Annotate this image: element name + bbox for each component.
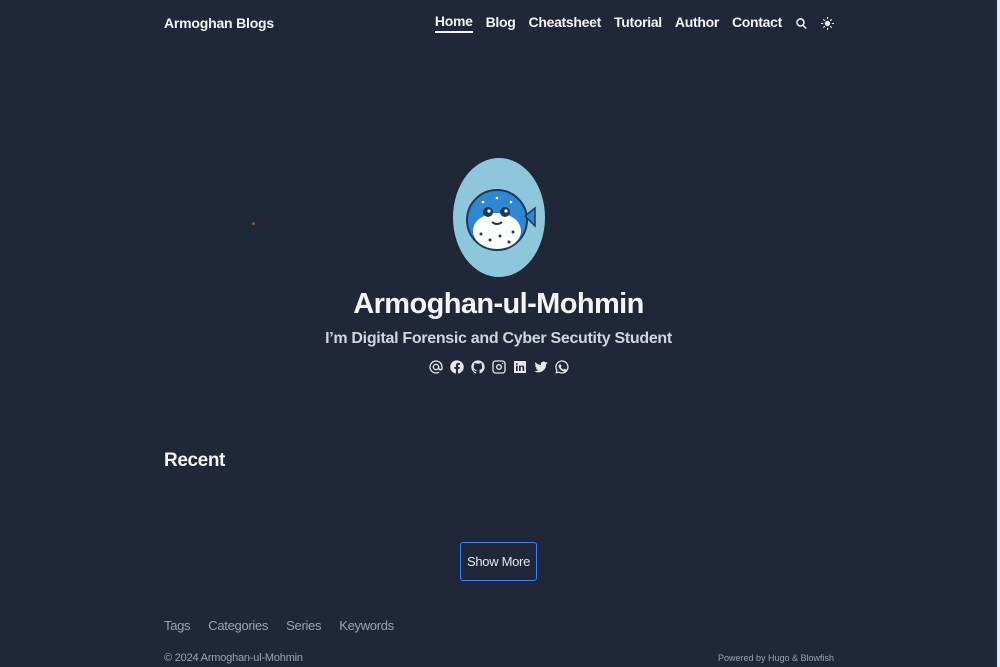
nav-author[interactable]: Author — [675, 14, 719, 32]
author-tagline: I’m Digital Forensic and Cyber Secutity … — [325, 330, 672, 347]
footer-link-keywords[interactable]: Keywords — [339, 618, 394, 633]
footer-nav: Tags Categories Series Keywords — [164, 618, 394, 633]
twitter-icon[interactable] — [533, 358, 549, 376]
footer-link-tags[interactable]: Tags — [164, 618, 191, 633]
main-nav: Home Blog Cheatsheet Tutorial Author Con… — [422, 13, 834, 33]
footer-link-categories[interactable]: Categories — [208, 618, 268, 633]
site-header: Armoghan Blogs Home Blog Cheatsheet Tuto… — [164, 0, 834, 46]
nav-cheatsheet[interactable]: Cheatsheet — [529, 14, 602, 32]
hero-section: Armoghan-ul-Mohmin I’m Digital Forensic … — [0, 158, 997, 376]
show-more-button[interactable]: Show More — [460, 542, 537, 581]
social-links — [0, 358, 997, 376]
search-icon[interactable] — [795, 17, 808, 30]
whatsapp-icon[interactable] — [554, 358, 570, 376]
facebook-icon[interactable] — [449, 358, 465, 376]
recent-section-title: Recent — [164, 450, 225, 471]
nav-tutorial[interactable]: Tutorial — [614, 14, 662, 32]
footer-link-series[interactable]: Series — [286, 618, 321, 633]
pufferfish-icon — [465, 188, 536, 251]
powered-by-text[interactable]: Powered by Hugo & Blowfish — [718, 653, 834, 663]
instagram-icon[interactable] — [491, 358, 507, 376]
linkedin-icon[interactable] — [512, 358, 528, 376]
site-brand[interactable]: Armoghan Blogs — [164, 15, 274, 31]
nav-blog[interactable]: Blog — [486, 14, 516, 32]
theme-toggle-icon[interactable] — [821, 16, 834, 30]
author-name: Armoghan-ul-Mohmin — [353, 288, 644, 320]
github-icon[interactable] — [470, 358, 486, 376]
pufferfish-avatar — [452, 158, 545, 277]
nav-home[interactable]: Home — [434, 13, 473, 33]
nav-contact[interactable]: Contact — [732, 14, 782, 32]
copyright-text: © 2024 Armoghan-ul-Mohmin — [164, 652, 303, 664]
email-icon[interactable] — [428, 358, 444, 376]
